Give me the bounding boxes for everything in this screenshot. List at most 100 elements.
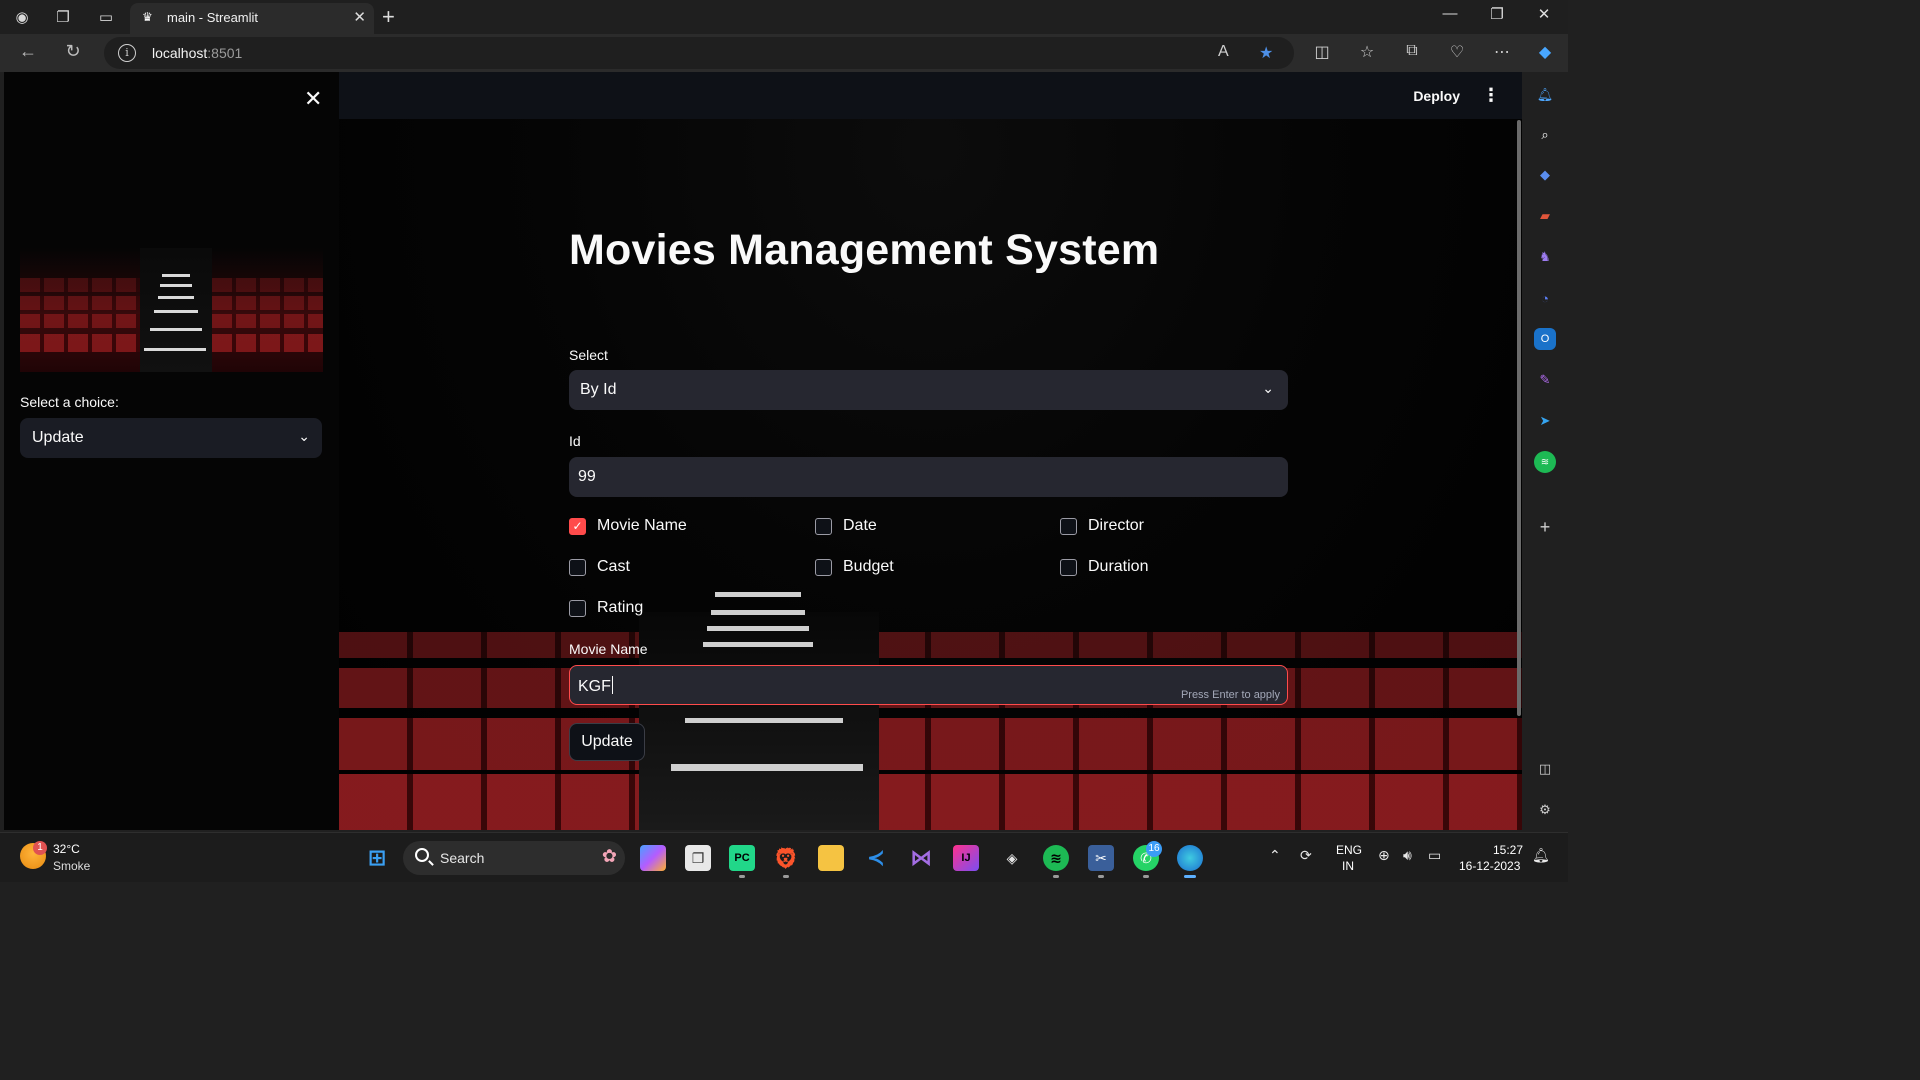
address-bar[interactable]: i localhost:8501 A ★ <box>104 37 1294 69</box>
id-input[interactable]: 99 <box>569 457 1288 497</box>
checkbox-duration[interactable]: Duration <box>1060 556 1148 578</box>
favorite-star-icon[interactable]: ★ <box>1259 43 1273 63</box>
network-globe-icon[interactable]: ⊕ <box>1378 847 1390 864</box>
main-content: Deploy ⋮ Movies Management System Select… <box>339 72 1522 830</box>
tab-actions-icon[interactable]: ▭ <box>95 6 117 28</box>
copilot-icon[interactable]: ◆ <box>1534 42 1556 62</box>
copilot-taskbar-icon[interactable] <box>640 845 666 871</box>
minimize-icon[interactable]: — <box>1440 5 1460 22</box>
close-sidebar-icon[interactable]: ✕ <box>304 86 322 112</box>
choice-select[interactable]: Update ⌄ <box>20 418 322 458</box>
favorites-icon[interactable]: ☆ <box>1356 42 1378 62</box>
tab-title: main - Streamlit <box>167 10 259 25</box>
pycharm-icon[interactable]: PC <box>729 845 755 871</box>
battery-icon[interactable]: ▭ <box>1428 847 1441 864</box>
notification-bell-icon[interactable]: 🔔︎ <box>1532 847 1550 864</box>
copilot-sidebar-icon[interactable]: ◔ <box>1534 287 1556 309</box>
volume-icon[interactable]: 🔊︎ <box>1403 847 1412 864</box>
region-indicator[interactable]: IN <box>1342 859 1354 873</box>
streamlit-favicon-icon: ♛ <box>142 10 153 24</box>
brave-browser-icon[interactable]: 🦁︎ <box>773 845 799 871</box>
profile-avatar-icon[interactable]: ◉ <box>11 6 33 28</box>
checkbox-budget[interactable]: Budget <box>815 556 894 578</box>
notifications-bell-icon[interactable]: 🔔︎ <box>1534 84 1556 106</box>
hide-sidebar-icon[interactable]: ◫ <box>1534 758 1556 780</box>
tab-main-streamlit[interactable]: ♛ main - Streamlit ✕ <box>130 3 374 34</box>
unity-icon[interactable]: ◈ <box>999 845 1025 871</box>
app-header: Deploy ⋮ <box>339 72 1522 119</box>
start-windows-icon[interactable]: ⊞ <box>364 845 390 871</box>
refresh-icon[interactable]: ↻ <box>61 41 85 62</box>
intellij-icon[interactable]: IJ <box>953 845 979 871</box>
tools-briefcase-icon[interactable]: ▰ <box>1534 205 1556 227</box>
checkbox-checked-icon[interactable]: ✓ <box>569 517 586 535</box>
settings-more-icon[interactable]: ⋯ <box>1491 42 1513 62</box>
snipping-tool-icon[interactable]: ✂ <box>1088 845 1114 871</box>
language-indicator[interactable]: ENG <box>1336 843 1362 857</box>
weather-temperature[interactable]: 32°C <box>53 842 80 856</box>
checkbox-rating[interactable]: Rating <box>569 597 643 619</box>
split-screen-icon[interactable]: ◫ <box>1311 42 1333 62</box>
weather-condition[interactable]: Smoke <box>53 859 90 873</box>
movie-name-label: Movie Name <box>569 641 648 657</box>
choice-label: Select a choice: <box>20 394 119 410</box>
sidebar: ✕ Select a choice: Update ⌄ <box>4 72 339 830</box>
telegram-icon[interactable]: ➤ <box>1534 410 1556 432</box>
restore-icon[interactable]: ❐ <box>1487 5 1507 23</box>
chevron-down-icon: ⌄ <box>1262 380 1274 396</box>
search-highlight-icon: ✿ <box>601 846 617 866</box>
whatsapp-badge: 16 <box>1146 841 1162 857</box>
chevron-down-icon: ⌄ <box>298 428 310 444</box>
update-button[interactable]: Update <box>569 723 645 761</box>
taskbar-search[interactable]: Search ✿ <box>403 841 625 875</box>
page-scrollbar[interactable] <box>1517 120 1521 716</box>
choice-select-value: Update <box>32 429 84 446</box>
outlook-icon[interactable]: O <box>1534 328 1556 350</box>
id-label: Id <box>569 433 581 449</box>
games-icon[interactable]: ♞ <box>1534 246 1556 268</box>
clock-date[interactable]: 16-12-2023 <box>1459 859 1520 873</box>
movie-name-input[interactable]: KGF Press Enter to apply <box>569 665 1288 705</box>
windows-taskbar: 1 32°C Smoke ⊞ Search ✿ ❐ PC 🦁︎ ≺ ⋈ IJ ◈… <box>0 832 1568 882</box>
vscode-icon[interactable]: ≺ <box>863 845 889 871</box>
file-explorer-icon[interactable] <box>818 845 844 871</box>
add-sidebar-app-icon[interactable]: + <box>1534 516 1556 538</box>
browser-tab-bar: ◉ ❐ ▭ ♛ main - Streamlit ✕ + — ❐ ✕ <box>0 0 1568 34</box>
back-icon[interactable]: ← <box>16 41 40 62</box>
workspaces-icon[interactable]: ❐ <box>52 6 74 28</box>
checkbox-movie-name[interactable]: ✓ Movie Name <box>569 515 687 537</box>
visual-studio-icon[interactable]: ⋈ <box>908 845 934 871</box>
show-hidden-icons-chevron-icon[interactable]: ⌃ <box>1269 847 1281 864</box>
edge-sidebar: 🔔︎ ⌕ ◆ ▰ ♞ ◔ O ✎ ➤ ≋ + ◫ ⚙ <box>1522 72 1568 830</box>
sync-icon[interactable]: ⟳ <box>1300 847 1312 864</box>
page-title: Movies Management System <box>569 226 1160 274</box>
close-tab-icon[interactable]: ✕ <box>353 8 366 26</box>
search-by-select[interactable]: By Id ⌄ <box>569 370 1288 410</box>
site-info-icon[interactable]: i <box>118 44 136 62</box>
close-window-icon[interactable]: ✕ <box>1534 5 1554 23</box>
browser-toolbar: ← ↻ i localhost:8501 A ★ ◫ ☆ ⧉ ♡ ⋯ ◆ <box>0 34 1568 72</box>
designer-icon[interactable]: ✎ <box>1534 369 1556 391</box>
read-aloud-icon[interactable]: A <box>1218 43 1229 61</box>
edge-browser-icon[interactable] <box>1177 845 1203 871</box>
new-tab-icon[interactable]: + <box>382 4 395 30</box>
spotify-icon[interactable]: ≋ <box>1043 845 1069 871</box>
sidebar-settings-gear-icon[interactable]: ⚙ <box>1534 799 1556 821</box>
spotify-sidebar-icon[interactable]: ≋ <box>1534 451 1556 473</box>
clock-time[interactable]: 15:27 <box>1493 843 1523 857</box>
shopping-tag-icon[interactable]: ◆ <box>1534 164 1556 186</box>
collections-icon[interactable]: ⧉ <box>1401 42 1423 60</box>
streamlit-app: ✕ Select a choice: Update ⌄ Deploy ⋮ Mov… <box>4 72 1522 830</box>
task-view-icon[interactable]: ❐ <box>685 845 711 871</box>
search-icon[interactable]: ⌕ <box>1534 124 1556 146</box>
main-menu-icon[interactable]: ⋮ <box>1482 85 1500 106</box>
checkbox-date[interactable]: Date <box>815 515 877 537</box>
movie-name-value: KGF <box>578 676 613 695</box>
taskbar-search-label: Search <box>440 850 485 866</box>
checkbox-cast[interactable]: Cast <box>569 556 630 578</box>
browser-essentials-icon[interactable]: ♡ <box>1446 42 1468 62</box>
weather-badge: 1 <box>33 841 47 855</box>
deploy-button[interactable]: Deploy <box>1413 88 1460 104</box>
checkbox-director[interactable]: Director <box>1060 515 1144 537</box>
search-icon <box>415 848 429 862</box>
